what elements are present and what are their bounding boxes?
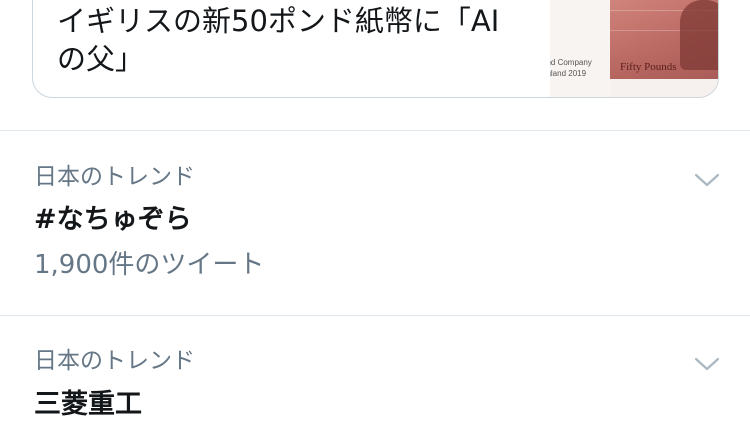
news-headline[interactable]: イギリスの新50ポンド紙幣に「AIの父」 [57, 2, 527, 78]
trend-context: 日本のトレンド [34, 348, 195, 374]
trend-tweet-count: 1,900件のツイート [34, 250, 265, 280]
chevron-down-icon[interactable] [692, 354, 722, 374]
trend-name[interactable]: #なちゅぞら [34, 204, 192, 236]
thumbnail-caption-area: and Company ngland 2019 [550, 0, 610, 97]
chevron-down-icon[interactable] [692, 170, 722, 190]
banknote-image: Fifty Pounds [610, 0, 718, 79]
news-thumbnail[interactable]: and Company ngland 2019 Fifty Pounds [550, 0, 718, 97]
news-card[interactable]: イギリスの新50ポンド紙幣に「AIの父」 and Company ngland … [32, 0, 719, 98]
trends-page: イギリスの新50ポンド紙幣に「AIの父」 and Company ngland … [0, 0, 750, 421]
trend-item[interactable]: 日本のトレンド #なちゅぞら 1,900件のツイート [0, 131, 750, 315]
banknote-label: Fifty Pounds [620, 61, 677, 73]
trend-context: 日本のトレンド [34, 164, 195, 190]
trend-name[interactable]: 三菱重工 [34, 389, 142, 421]
trend-item[interactable]: 日本のトレンド 三菱重工 [0, 316, 750, 421]
banknote-portrait [680, 0, 718, 70]
